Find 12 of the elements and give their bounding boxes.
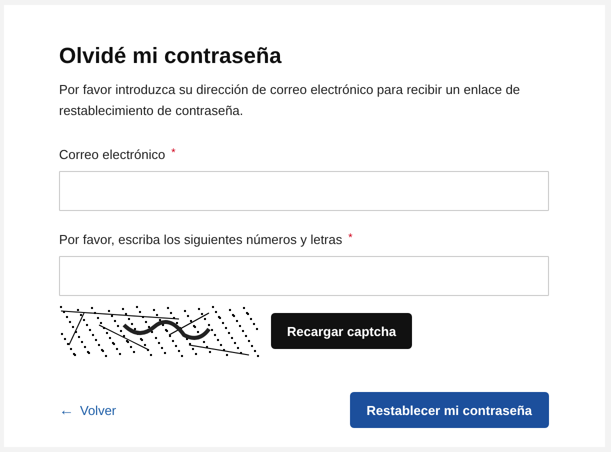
required-mark: * bbox=[171, 147, 176, 161]
back-link[interactable]: ← Volver bbox=[59, 402, 116, 418]
description-text: Por favor introduzca su dirección de correo electrónico para recibir un enlace de restablecimiento de contraseña. bbox=[59, 81, 522, 120]
input-field[interactable] bbox=[59, 171, 549, 211]
input-field[interactable] bbox=[59, 256, 549, 296]
page-title: Olvidé mi contraseña bbox=[59, 43, 283, 69]
field-label: Correo electrónico bbox=[59, 147, 166, 162]
field-label: Por favor, escriba los siguientes números y letras bbox=[59, 232, 342, 247]
required-mark: * bbox=[348, 232, 353, 246]
reset-password-button[interactable]: Restablecer mi contraseña bbox=[350, 392, 549, 428]
back-arrow-icon: ← bbox=[59, 402, 74, 418]
reload-captcha-button[interactable]: Recargar captcha bbox=[271, 313, 412, 349]
